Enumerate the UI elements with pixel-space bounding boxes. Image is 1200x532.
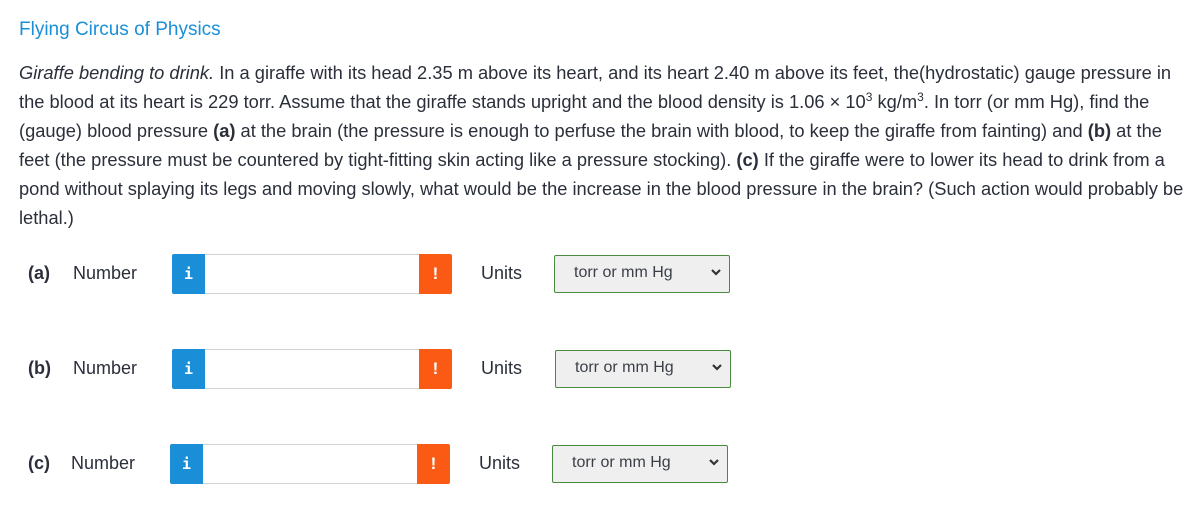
number-input-c[interactable] [203,444,417,484]
chevron-down-icon [711,269,721,276]
alert-icon[interactable]: ! [419,349,452,389]
problem-topic: Giraffe bending to drink. [19,62,215,83]
page-title: Flying Circus of Physics [19,19,221,40]
number-input-b[interactable] [205,349,419,389]
units-select-b[interactable]: torr or mm Hg [555,350,731,388]
problem-statement: Giraffe bending to drink. In a giraffe w… [19,58,1184,232]
part-label: (c) [28,453,50,473]
exponent: 3 [917,90,924,104]
units-label: Units [481,358,523,378]
units-select-c[interactable]: torr or mm Hg [552,445,728,483]
alert-icon[interactable]: ! [419,254,452,294]
number-input-a[interactable] [205,254,419,294]
part-c-marker: (c) [736,149,759,170]
units-select-a[interactable]: torr or mm Hg [554,255,730,293]
part-a-marker: (a) [213,120,236,141]
answer-row-b: (b) Number i ! Units torr or mm Hg [0,349,760,389]
number-label: Number [71,453,136,473]
part-label: (b) [28,358,51,378]
alert-icon[interactable]: ! [417,444,450,484]
units-label: Units [479,453,521,473]
problem-text: kg/m [872,91,918,112]
chevron-down-icon [709,459,719,466]
units-selected-value: torr or mm Hg [574,264,673,281]
units-label: Units [481,263,523,283]
number-label: Number [73,358,138,378]
part-label: (a) [28,263,50,283]
info-icon[interactable]: i [172,349,205,389]
number-label: Number [73,263,138,283]
info-icon[interactable]: i [172,254,205,294]
answer-row-a: (a) Number i ! Units torr or mm Hg [0,254,760,294]
problem-text: at the brain (the pressure is enough to … [235,120,1088,141]
answer-row-c: (c) Number i ! Units torr or mm Hg [0,444,760,484]
part-b-marker: (b) [1087,120,1112,141]
chevron-down-icon [712,364,722,371]
units-selected-value: torr or mm Hg [572,454,671,471]
units-selected-value: torr or mm Hg [575,359,674,376]
info-icon[interactable]: i [170,444,203,484]
